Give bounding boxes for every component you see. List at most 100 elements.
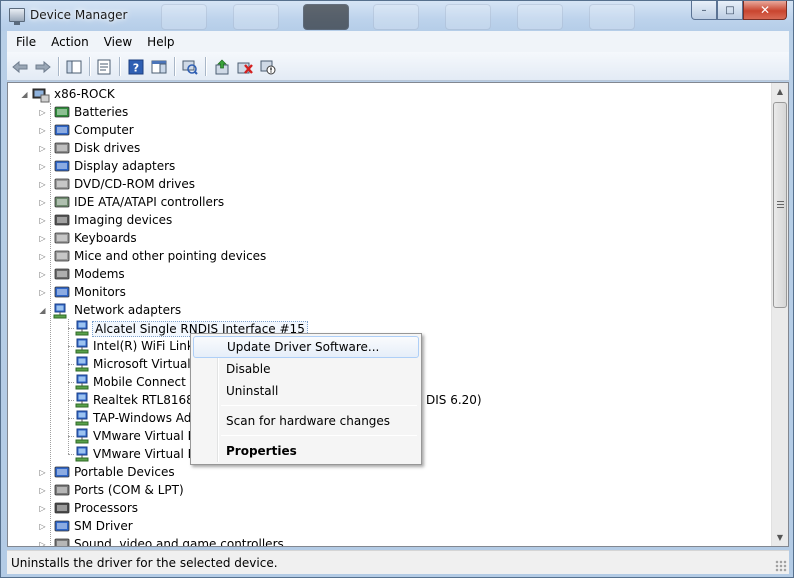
action-pane-icon[interactable] [150, 58, 168, 75]
scroll-up-arrow-icon[interactable]: ▲ [772, 83, 788, 100]
network-adapter-icon [74, 374, 90, 390]
category-computer[interactable]: ▷ Computer [8, 121, 768, 139]
expand-arrow-icon[interactable]: ▷ [38, 540, 47, 546]
ctx-disable[interactable]: Disable [193, 358, 419, 380]
computer-root-icon [32, 87, 50, 103]
context-menu: Update Driver Software... Disable Uninst… [190, 333, 422, 465]
network-adapter-label: Mobile Connect - [93, 375, 194, 389]
network-adapters-label: Network adapters [74, 303, 182, 317]
expand-arrow-icon[interactable]: ▷ [38, 144, 47, 153]
collapse-arrow-icon[interactable]: ◢ [20, 90, 29, 99]
toolbar-separator [119, 57, 120, 76]
category-ide-ata-atapi-controllers[interactable]: ▷ IDE ATA/ATAPI controllers [8, 193, 768, 211]
display-adapter-icon [54, 159, 70, 173]
category-label: Computer [74, 123, 134, 137]
vertical-scrollbar[interactable]: ▲ ▼ [771, 83, 788, 546]
close-button[interactable]: ✕ [743, 1, 787, 20]
help-icon[interactable]: ? [127, 58, 145, 75]
category-monitors[interactable]: ▷ Monitors [8, 283, 768, 301]
ctx-label: Scan for hardware changes [226, 414, 391, 428]
category-mice-and-other-pointing-devices[interactable]: ▷ Mice and other pointing devices [8, 247, 768, 265]
scan-hardware-icon[interactable] [181, 58, 199, 75]
toolbar: ? [7, 52, 789, 81]
menu-action[interactable]: Action [45, 35, 95, 49]
uninstall-icon[interactable] [236, 58, 254, 75]
network-adapter-icon [74, 356, 90, 372]
update-driver-icon[interactable] [213, 58, 231, 75]
expand-arrow-icon[interactable]: ▷ [38, 504, 47, 513]
properties-icon[interactable] [95, 58, 113, 75]
scroll-down-arrow-icon[interactable]: ▼ [772, 529, 788, 546]
network-adapter-icon [74, 338, 90, 354]
category-display-adapters[interactable]: ▷ Display adapters [8, 157, 768, 175]
tree-root[interactable]: ◢ x86-ROCK [8, 85, 768, 103]
ctx-properties[interactable]: Properties [193, 440, 419, 462]
expand-arrow-icon[interactable]: ▷ [38, 180, 47, 189]
expand-arrow-icon[interactable]: ▷ [38, 234, 47, 243]
category-disk-drives[interactable]: ▷ Disk drives [8, 139, 768, 157]
expand-arrow-icon[interactable]: ▷ [38, 486, 47, 495]
expand-arrow-icon[interactable]: ▷ [38, 126, 47, 135]
category-label: Monitors [74, 285, 126, 299]
keyboard-icon [54, 231, 70, 245]
ctx-update-driver-software[interactable]: Update Driver Software... [193, 336, 419, 358]
expand-arrow-icon[interactable]: ▷ [38, 108, 47, 117]
expand-arrow-icon[interactable]: ▷ [38, 198, 47, 207]
taskbar-ghost [589, 4, 635, 30]
category-label: Imaging devices [74, 213, 173, 227]
expand-arrow-icon[interactable]: ▷ [38, 252, 47, 261]
expand-arrow-icon[interactable]: ▷ [38, 468, 47, 477]
toolbar-separator [89, 57, 90, 76]
category-imaging-devices[interactable]: ▷ Imaging devices [8, 211, 768, 229]
expand-arrow-icon[interactable]: ▷ [38, 270, 47, 279]
category-dvd-cd-rom-drives[interactable]: ▷ DVD/CD-ROM drives [8, 175, 768, 193]
disable-device-icon[interactable] [259, 58, 277, 75]
category-label: Sound, video and game controllers [74, 537, 284, 547]
taskbar-ghost [373, 4, 419, 30]
category-modems[interactable]: ▷ Modems [8, 265, 768, 283]
menu-file[interactable]: File [10, 35, 42, 49]
network-adapter-label: Intel(R) WiFi Link 1 [93, 339, 206, 353]
menu-bar: File Action View Help [7, 31, 789, 52]
ctx-uninstall[interactable]: Uninstall [193, 380, 419, 402]
forward-arrow-icon[interactable] [34, 58, 52, 75]
category-sm-driver[interactable]: ▷ SM Driver [8, 517, 768, 535]
expand-arrow-icon[interactable]: ▷ [38, 216, 47, 225]
device-tree[interactable]: ◢ x86-ROCK ▷ Batteries ▷ Computer ▷ Disk driv… [7, 82, 789, 547]
minimize-button[interactable]: – [691, 1, 717, 20]
category-label: DVD/CD-ROM drives [74, 177, 196, 191]
battery-icon [54, 105, 70, 119]
back-arrow-icon[interactable] [11, 58, 29, 75]
resize-grip[interactable] [775, 560, 787, 572]
menu-view[interactable]: View [98, 35, 138, 49]
scrollbar-thumb[interactable] [773, 102, 787, 308]
expand-arrow-icon[interactable]: ▷ [38, 162, 47, 171]
processor-icon [54, 501, 70, 515]
category-label: Modems [74, 267, 125, 281]
portable-device-icon [54, 465, 70, 479]
category-processors[interactable]: ▷ Processors [8, 499, 768, 517]
category-keyboards[interactable]: ▷ Keyboards [8, 229, 768, 247]
network-adapter-label: TAP-Windows Ada [93, 411, 199, 425]
category-ports-com-lpt[interactable]: ▷ Ports (COM & LPT) [8, 481, 768, 499]
network-adapter-icon [52, 303, 68, 319]
category-label: IDE ATA/ATAPI controllers [74, 195, 225, 209]
collapse-arrow-icon[interactable]: ◢ [38, 306, 47, 315]
taskbar-ghost [233, 4, 279, 30]
expand-arrow-icon[interactable]: ▷ [38, 522, 47, 531]
show-hide-console-tree-icon[interactable] [65, 58, 83, 75]
realtek-label-tail: DIS 6.20) [426, 393, 482, 407]
monitor-icon [54, 285, 70, 299]
category-sound-video-and-game-controllers[interactable]: ▷ Sound, video and game controllers [8, 535, 768, 547]
expand-arrow-icon[interactable]: ▷ [38, 288, 47, 297]
category-portable-devices[interactable]: ▷ Portable Devices [8, 463, 768, 481]
category-label: SM Driver [74, 519, 133, 533]
svg-text:?: ? [133, 61, 139, 74]
device-manager-icon[interactable] [9, 8, 25, 25]
maximize-button[interactable]: □ [717, 1, 743, 20]
category-network-adapters[interactable]: ◢ Network adapters [8, 301, 768, 319]
ctx-scan-for-hardware-changes[interactable]: Scan for hardware changes [193, 410, 419, 432]
category-batteries[interactable]: ▷ Batteries [8, 103, 768, 121]
title-bar[interactable]: Device Manager – □ ✕ [1, 1, 793, 31]
menu-help[interactable]: Help [141, 35, 180, 49]
